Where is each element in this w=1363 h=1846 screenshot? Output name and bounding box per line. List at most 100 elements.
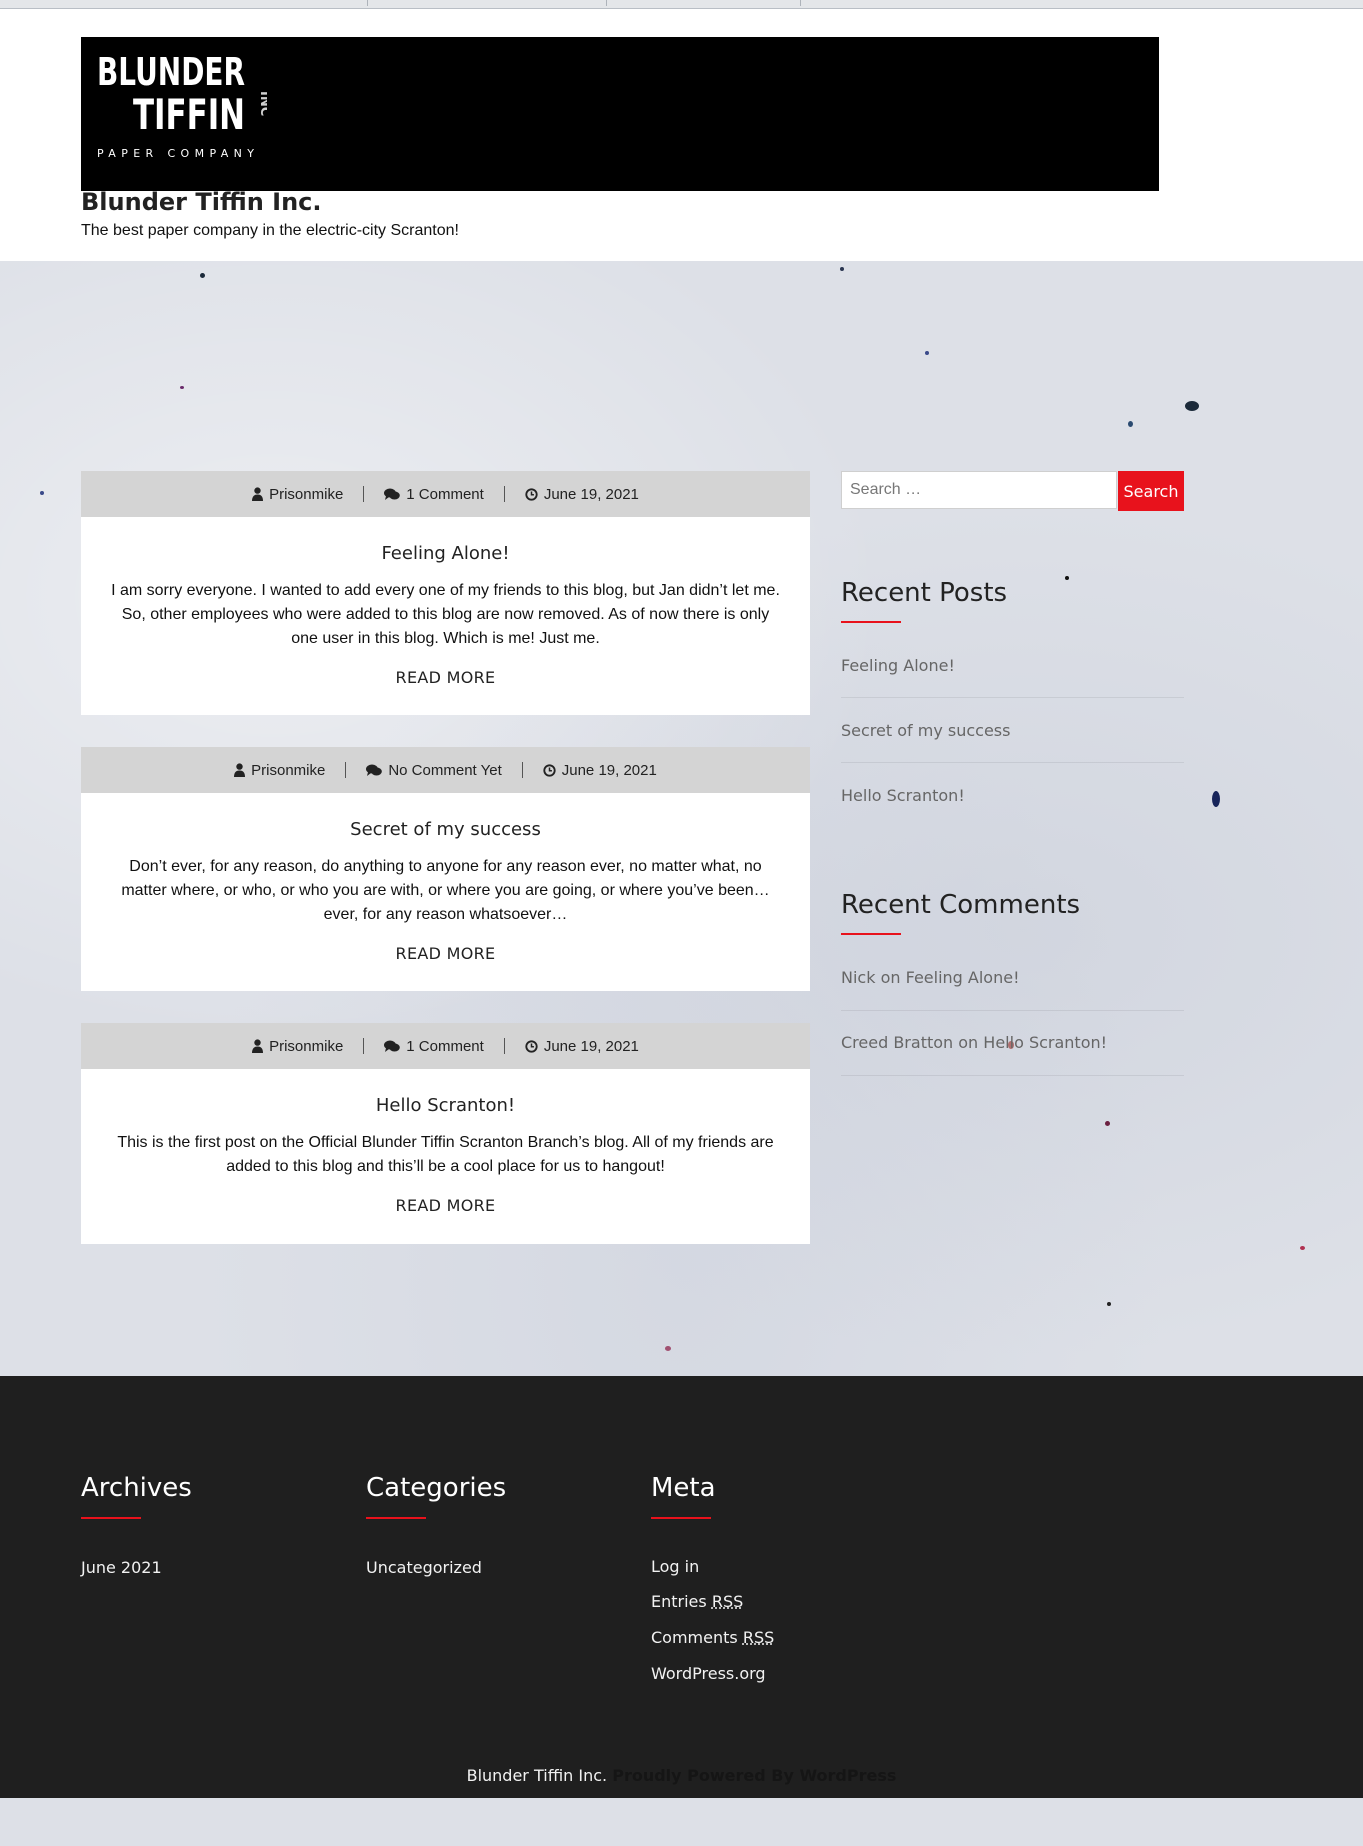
post-author[interactable]: Prisonmike bbox=[232, 1038, 363, 1055]
header-banner: BLUNDER TIFFIN INC PAPER COMPANY bbox=[81, 37, 1159, 191]
login-link[interactable]: Log in bbox=[651, 1557, 699, 1576]
categories-accent-line bbox=[366, 1517, 426, 1519]
post-card: Prisonmike No Comment Yet June 19, 2021 … bbox=[81, 747, 810, 991]
post-card: Prisonmike 1 Comment June 19, 2021 Hello… bbox=[81, 1023, 810, 1244]
recent-comment-item: Creed Bratton on Hello Scranton! bbox=[841, 1033, 1107, 1052]
texture-speck bbox=[1212, 791, 1220, 807]
wordpress-org-link[interactable]: WordPress.org bbox=[651, 1664, 766, 1683]
post-comments[interactable]: 1 Comment bbox=[364, 1038, 504, 1055]
post-date-text: June 19, 2021 bbox=[561, 761, 657, 779]
post-meta-bar: Prisonmike 1 Comment June 19, 2021 bbox=[81, 1023, 810, 1069]
recent-comments-title: Recent Comments bbox=[841, 890, 1081, 920]
post-date[interactable]: June 19, 2021 bbox=[505, 486, 659, 503]
post-comments-count: 1 Comment bbox=[406, 1037, 484, 1055]
post-title[interactable]: Hello Scranton! bbox=[107, 1095, 784, 1116]
post-author-name: Prisonmike bbox=[269, 1037, 344, 1055]
credits-site-link[interactable]: Blunder Tiffin Inc. bbox=[467, 1766, 608, 1785]
site-title[interactable]: Blunder Tiffin Inc. bbox=[81, 188, 322, 216]
footer-credits: Blunder Tiffin Inc. Proudly Powered By W… bbox=[0, 1766, 1363, 1785]
company-logo[interactable]: BLUNDER TIFFIN INC PAPER COMPANY bbox=[97, 51, 267, 171]
rss-abbr: RSS bbox=[711, 1592, 744, 1611]
top-strip bbox=[0, 0, 1363, 9]
clock-icon bbox=[543, 763, 556, 777]
archive-link[interactable]: June 2021 bbox=[81, 1558, 162, 1577]
entries-rss-link[interactable]: Entries RSS bbox=[651, 1592, 743, 1611]
post-excerpt: I am sorry everyone. I wanted to add eve… bbox=[111, 582, 780, 647]
texture-speck bbox=[1185, 401, 1199, 411]
post-author-name: Prisonmike bbox=[269, 485, 344, 503]
archives-accent-line bbox=[81, 1517, 141, 1519]
site-tagline: The best paper company in the electric-c… bbox=[81, 222, 459, 239]
texture-speck bbox=[1105, 1121, 1110, 1126]
post-author[interactable]: Prisonmike bbox=[232, 486, 363, 503]
post-body: Hello Scranton! This is the first post o… bbox=[81, 1095, 810, 1216]
comment-author-link[interactable]: Nick bbox=[841, 968, 875, 987]
recent-post-link[interactable]: Hello Scranton! bbox=[841, 786, 965, 805]
post-card: Prisonmike 1 Comment June 19, 2021 Feeli… bbox=[81, 471, 810, 715]
recent-posts-accent-line bbox=[841, 621, 901, 623]
comments-icon bbox=[366, 764, 383, 776]
post-meta-bar: Prisonmike No Comment Yet June 19, 2021 bbox=[81, 747, 810, 793]
read-more-link[interactable]: READ MORE bbox=[396, 668, 496, 687]
post-comments[interactable]: 1 Comment bbox=[364, 486, 504, 503]
comments-icon bbox=[384, 488, 401, 500]
post-author[interactable]: Prisonmike bbox=[214, 762, 345, 779]
site-footer bbox=[0, 1376, 1363, 1798]
comments-icon bbox=[384, 1040, 401, 1052]
post-body: Secret of my success Don’t ever, for any… bbox=[81, 819, 810, 964]
comment-on-text: on bbox=[880, 968, 901, 987]
category-link[interactable]: Uncategorized bbox=[366, 1558, 482, 1577]
strip-divider bbox=[800, 0, 801, 6]
archives-title: Archives bbox=[81, 1473, 192, 1503]
entries-label: Entries bbox=[651, 1592, 707, 1611]
recent-post-link[interactable]: Feeling Alone! bbox=[841, 656, 955, 675]
post-title[interactable]: Feeling Alone! bbox=[107, 543, 784, 564]
widget-separator bbox=[841, 762, 1184, 763]
comment-on-text: on bbox=[958, 1033, 979, 1052]
clock-icon bbox=[525, 1039, 538, 1053]
widget-separator bbox=[841, 697, 1184, 698]
meta-accent-line bbox=[651, 1517, 711, 1519]
widget-separator bbox=[841, 1075, 1184, 1076]
comments-rss-link[interactable]: Comments RSS bbox=[651, 1628, 774, 1647]
texture-speck bbox=[840, 267, 844, 271]
texture-speck bbox=[180, 386, 184, 389]
texture-speck bbox=[1065, 576, 1069, 580]
texture-speck bbox=[1300, 1246, 1305, 1250]
post-author-name: Prisonmike bbox=[251, 761, 326, 779]
read-more-link[interactable]: READ MORE bbox=[396, 944, 496, 963]
logo-inc: INC bbox=[257, 91, 267, 116]
post-date-text: June 19, 2021 bbox=[543, 485, 639, 503]
post-title[interactable]: Secret of my success bbox=[107, 819, 784, 840]
search-button[interactable]: Search bbox=[1118, 471, 1184, 511]
comment-author-link[interactable]: Creed Bratton bbox=[841, 1033, 953, 1052]
post-date[interactable]: June 19, 2021 bbox=[523, 762, 677, 779]
texture-speck bbox=[1107, 1302, 1111, 1306]
comment-post-link[interactable]: Hello Scranton! bbox=[983, 1033, 1107, 1052]
read-more-link[interactable]: READ MORE bbox=[396, 1196, 496, 1215]
search-input[interactable] bbox=[841, 471, 1117, 509]
recent-post-link[interactable]: Secret of my success bbox=[841, 721, 1010, 740]
credits-powered-link[interactable]: Proudly Powered By WordPress bbox=[612, 1766, 896, 1785]
texture-speck bbox=[1128, 421, 1133, 427]
recent-posts-title: Recent Posts bbox=[841, 578, 1008, 608]
post-date[interactable]: June 19, 2021 bbox=[505, 1038, 659, 1055]
strip-divider bbox=[606, 0, 607, 6]
site-header: BLUNDER TIFFIN INC PAPER COMPANY Blunder… bbox=[0, 9, 1363, 261]
post-comments[interactable]: No Comment Yet bbox=[346, 762, 521, 779]
comment-post-link[interactable]: Feeling Alone! bbox=[906, 968, 1020, 987]
categories-title: Categories bbox=[366, 1473, 507, 1503]
texture-speck bbox=[200, 273, 205, 278]
post-date-text: June 19, 2021 bbox=[543, 1037, 639, 1055]
post-excerpt: This is the first post on the Official B… bbox=[117, 1134, 774, 1175]
texture-speck bbox=[665, 1346, 671, 1351]
user-icon bbox=[234, 763, 246, 777]
user-icon bbox=[252, 1039, 264, 1053]
meta-title: Meta bbox=[651, 1473, 716, 1503]
bottom-texture-strip bbox=[0, 1798, 1363, 1846]
rss-abbr: RSS bbox=[742, 1628, 775, 1647]
logo-tagline: PAPER COMPANY bbox=[97, 147, 257, 160]
widget-separator bbox=[841, 1010, 1184, 1011]
post-comments-count: 1 Comment bbox=[406, 485, 484, 503]
post-excerpt: Don’t ever, for any reason, do anything … bbox=[121, 858, 770, 923]
